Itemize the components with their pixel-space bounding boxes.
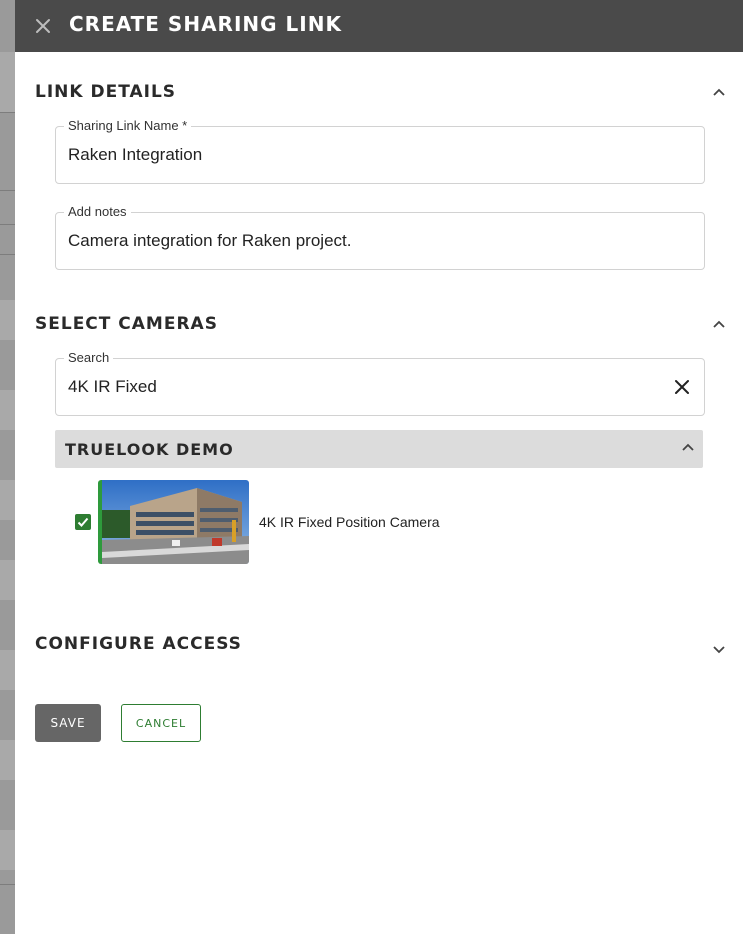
backdrop-block xyxy=(0,830,15,870)
collapse-select-cameras-button[interactable] xyxy=(712,316,726,328)
close-icon xyxy=(36,19,50,33)
backdrop-block xyxy=(0,650,15,690)
notes-input[interactable] xyxy=(68,231,654,251)
camera-checkbox[interactable] xyxy=(75,514,91,530)
clear-icon xyxy=(675,380,689,394)
chevron-up-icon xyxy=(713,320,725,328)
notes-field[interactable]: Add notes xyxy=(55,204,705,270)
chevron-up-icon xyxy=(682,443,694,451)
background-page-overlay xyxy=(0,0,15,934)
section-title-link-details: LINK DETAILS xyxy=(35,82,177,102)
close-button[interactable] xyxy=(33,16,53,36)
camera-group-title: TRUELOOK DEMO xyxy=(65,440,234,459)
section-title-configure-access: CONFIGURE ACCESS xyxy=(35,634,242,654)
backdrop-block xyxy=(0,300,15,340)
cancel-button[interactable]: CANCEL xyxy=(121,704,201,742)
camera-thumbnail[interactable] xyxy=(98,480,249,564)
backdrop-block xyxy=(0,740,15,780)
camera-list-item[interactable]: 4K IR Fixed Position Camera xyxy=(55,480,703,564)
camera-search-input[interactable] xyxy=(68,377,654,397)
search-label: Search xyxy=(64,350,114,365)
camera-group-header[interactable]: TRUELOOK DEMO xyxy=(55,430,703,468)
camera-name: 4K IR Fixed Position Camera xyxy=(259,514,440,530)
chevron-up-icon xyxy=(713,88,725,96)
sharing-link-name-field[interactable]: Sharing Link Name * xyxy=(55,118,705,184)
backdrop-divider xyxy=(0,112,15,113)
notes-label: Add notes xyxy=(64,204,131,219)
backdrop-divider xyxy=(0,190,15,191)
backdrop-divider xyxy=(0,254,15,255)
drawer-title: CREATE SHARING LINK xyxy=(69,12,342,36)
section-title-select-cameras: SELECT CAMERAS xyxy=(35,314,218,334)
sharing-link-name-input[interactable] xyxy=(68,145,654,165)
camera-search-field[interactable]: Search xyxy=(55,350,705,416)
check-icon xyxy=(77,517,89,527)
backdrop-block xyxy=(0,480,15,520)
backdrop-block xyxy=(0,560,15,600)
backdrop-divider xyxy=(0,224,15,225)
backdrop-block xyxy=(0,52,15,112)
clear-search-button[interactable] xyxy=(674,379,690,395)
save-button[interactable]: SAVE xyxy=(35,704,101,742)
backdrop-block xyxy=(0,390,15,430)
chevron-down-icon xyxy=(713,646,725,654)
expand-configure-access-button[interactable] xyxy=(712,642,726,654)
collapse-link-details-button[interactable] xyxy=(712,84,726,96)
backdrop-divider xyxy=(0,884,15,885)
sharing-link-name-label: Sharing Link Name * xyxy=(64,118,192,133)
camera-snapshot-image xyxy=(102,480,249,564)
drawer-header: CREATE SHARING LINK xyxy=(15,0,743,52)
create-sharing-link-drawer: CREATE SHARING LINK LINK DETAILS Sharing… xyxy=(15,0,743,934)
